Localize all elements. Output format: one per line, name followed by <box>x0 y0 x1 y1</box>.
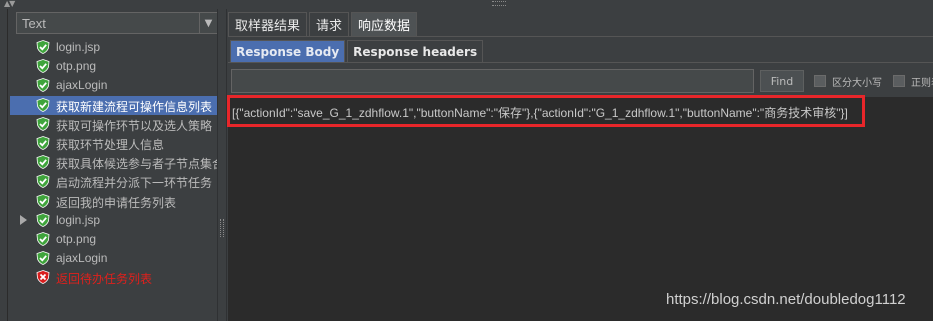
response-tabs: Response Body Response headers <box>230 40 485 62</box>
tree-item-label: login.jsp <box>56 40 101 54</box>
collapse-arrows-icon[interactable]: ▲▼ <box>4 0 15 8</box>
success-shield-icon <box>36 59 50 74</box>
tree-item[interactable]: ajaxLogin <box>10 249 217 268</box>
top-splitter[interactable]: ▲▼ <box>0 0 933 9</box>
chevron-down-icon[interactable]: ▼ <box>199 13 217 33</box>
case-sensitive-checkbox[interactable] <box>814 75 826 87</box>
tree-item[interactable]: login.jsp <box>10 211 217 230</box>
response-data-area: Response Body Response headers Find 区分大小写… <box>228 37 933 321</box>
vertical-splitter[interactable] <box>217 9 227 321</box>
tab-result[interactable]: 取样器结果 <box>228 12 308 36</box>
tree-item-label: 返回我的申请任务列表 <box>56 195 177 210</box>
tree-item[interactable]: otp.png <box>10 57 217 76</box>
success-shield-icon <box>36 174 50 189</box>
success-shield-icon <box>36 116 50 131</box>
jmeter-results-tree: ▲▼ Text ▼ login.jsp otp.png ajaxLogin 获取新建流… <box>0 0 933 321</box>
sampler-tree-panel: Text ▼ login.jsp otp.png ajaxLogin 获取新建流程可操… <box>10 9 218 321</box>
success-shield-icon <box>36 212 50 227</box>
success-shield-icon <box>36 40 50 54</box>
error-shield-icon <box>36 270 50 285</box>
tree-item-label: 获取可操作环节以及选人策略 <box>56 118 213 133</box>
find-button[interactable]: Find <box>760 70 804 92</box>
result-detail-panel: 取样器结果 请求 响应数据 Response Body Response header… <box>228 9 933 321</box>
tabs-divider <box>228 62 933 63</box>
response-body-view[interactable]: [{"actionId":"save_G_1_zdhflow.1","butto… <box>228 97 933 321</box>
tree-item-label: login.jsp <box>56 212 101 227</box>
tree-item[interactable]: otp.png <box>10 230 217 249</box>
tab-response[interactable]: Response Body <box>230 40 346 62</box>
result-tabs: 取样器结果 请求 响应数据 <box>228 12 419 36</box>
splitter-grip[interactable] <box>220 219 224 237</box>
case-sensitive-label: 区分大小写 <box>832 78 882 89</box>
success-shield-icon <box>36 155 50 170</box>
tab-response[interactable]: Response headers <box>347 40 484 62</box>
expand-arrow-icon[interactable] <box>20 214 27 225</box>
tree-item-label: 启动流程并分派下一环节任务 <box>56 176 213 191</box>
tree-item-label: otp.png <box>56 231 97 246</box>
regex-checkbox[interactable] <box>893 75 905 87</box>
tree-item-label: 获取新建流程可操作信息列表 <box>56 99 213 114</box>
success-shield-icon <box>36 78 50 93</box>
success-shield-icon <box>36 193 50 208</box>
search-input[interactable] <box>231 69 754 93</box>
sampler-tree: login.jsp otp.png ajaxLogin 获取新建流程可操作信息列表 获取… <box>10 38 217 287</box>
tree-item[interactable]: 获取具体候选参与者子节点集合 <box>10 153 217 172</box>
tree-item[interactable]: 启动流程并分派下一环节任务 <box>10 172 217 191</box>
tab-result[interactable]: 响应数据 <box>351 12 418 36</box>
tree-item[interactable]: 获取环节处理人信息 <box>10 134 217 153</box>
tree-item[interactable]: 返回待办任务列表 <box>10 268 217 287</box>
tree-item-label: ajaxLogin <box>56 78 108 93</box>
annotation-highlight-box <box>227 95 865 127</box>
success-shield-icon <box>36 136 50 150</box>
splitter-grip[interactable] <box>492 1 506 6</box>
tree-item[interactable]: 获取新建流程可操作信息列表 <box>10 95 217 115</box>
tree-item-label: 获取具体候选参与者子节点集合 <box>56 157 217 172</box>
tree-item[interactable]: ajaxLogin <box>10 76 217 95</box>
renderer-select-value: Text <box>22 15 46 31</box>
tree-item[interactable]: 获取可操作环节以及选人策略 <box>10 115 217 134</box>
success-shield-icon <box>36 251 50 265</box>
tree-item-label: otp.png <box>56 59 97 74</box>
left-divider <box>7 9 8 321</box>
success-shield-icon <box>36 97 50 112</box>
tree-item-label: 返回待办任务列表 <box>56 272 153 287</box>
renderer-select[interactable]: Text ▼ <box>16 12 218 34</box>
tree-item-label: ajaxLogin <box>56 251 108 266</box>
tree-item[interactable]: 返回我的申请任务列表 <box>10 192 217 211</box>
tree-item[interactable]: login.jsp <box>10 38 217 57</box>
success-shield-icon <box>36 231 50 246</box>
search-row: Find 区分大小写 正则表 <box>231 69 933 93</box>
watermark: https://blog.csdn.net/doubledog1112 <box>666 291 906 308</box>
tree-item-label: 获取环节处理人信息 <box>56 137 165 152</box>
tab-result[interactable]: 请求 <box>309 12 350 36</box>
regex-label: 正则表 <box>911 78 933 89</box>
